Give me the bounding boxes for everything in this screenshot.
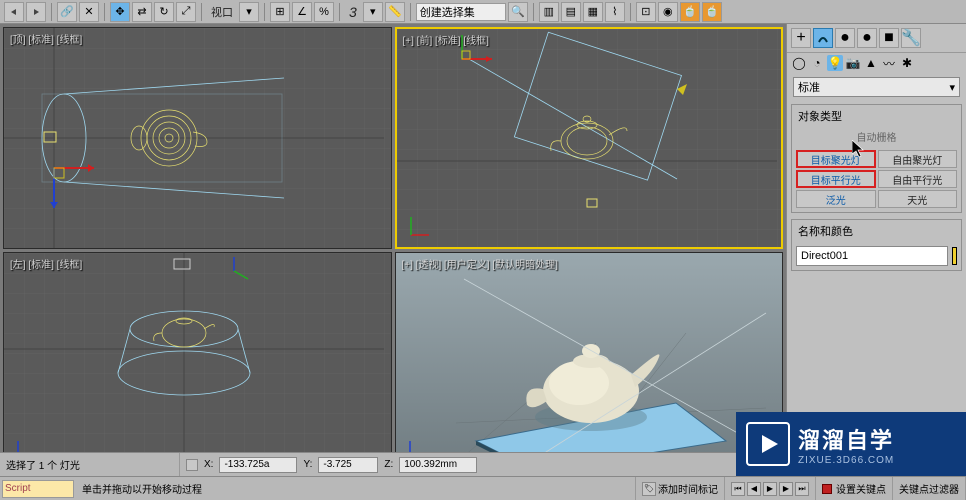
vp-top-label: [顶] [标准] [线框] [10,31,82,46]
target-direct-button[interactable]: 目标平行光 [796,170,876,188]
rotate-button[interactable]: ↻ [154,2,174,22]
scale-button[interactable]: ⤢ [176,2,196,22]
material-button[interactable]: ◉ [658,2,678,22]
create-tab[interactable]: + [791,28,811,48]
selection-status: 选择了 1 个 灯光 [0,453,180,476]
x-coord-input[interactable] [219,457,297,473]
align-button[interactable]: ▤ [561,2,581,22]
persp-scene [396,253,783,473]
grid-left [4,253,391,473]
helpers-icon[interactable]: ▲ [863,55,879,71]
display-tab[interactable]: ■ [879,28,899,48]
omni-button[interactable]: 泛光 [796,190,876,208]
search-icon[interactable]: 🔍 [508,2,528,22]
snap-toggle[interactable]: ⊞ [270,2,290,22]
vp-persp-label: [+] [透视] [用户定义] [默认明暗处理] [402,256,558,271]
status-row-2: Script 单击并拖动以开始移动过程 🏷 添加时间标记 ⏮ ◀ ▶ ▶ ⏭ 设… [0,476,966,500]
time-tag-icon[interactable]: 🏷 [642,482,656,496]
watermark-logo [746,422,790,466]
vp-front-label: [+] [前] [标准] [线框] [403,32,489,47]
curve-editor-button[interactable]: ⌇ [605,2,625,22]
z-coord-input[interactable] [399,457,477,473]
watermark-url: ZIXUE.3D66.COM [798,455,894,466]
x-label: X: [204,459,213,470]
object-name-input[interactable] [796,246,948,266]
viewport-perspective[interactable]: [+] [透视] [用户定义] [默认明暗处理] [395,252,784,474]
mirror-button[interactable]: ▥ [539,2,559,22]
viewport-label: 视口 [207,4,237,20]
select-button[interactable]: ✥ [110,2,130,22]
ruler-icon[interactable]: 📏 [385,2,405,22]
shapes-icon[interactable]: ◔ [809,55,825,71]
free-direct-button[interactable]: 自由平行光 [878,170,958,188]
viewport-dropdown[interactable]: ▾ [239,2,259,22]
motion-tab[interactable]: ● [857,28,877,48]
object-type-rollout: 对象类型 自动栅格 目标聚光灯 自由聚光灯 目标平行光 自由平行光 泛光 天光 [791,104,962,213]
undo-button[interactable] [4,2,24,22]
prompt-hint: 单击并拖动以开始移动过程 [76,477,636,500]
play-prev-button[interactable]: ◀ [747,482,761,496]
play-end-button[interactable]: ⏭ [795,482,809,496]
object-color-swatch[interactable] [952,247,957,265]
selection-set-dropdown[interactable] [416,3,506,21]
cameras-icon[interactable]: 📷 [845,55,861,71]
keyfilter-label[interactable]: 关键点过滤器 [893,477,966,500]
lock-icon[interactable] [186,459,198,471]
watermark-title: 溜溜自学 [798,423,894,455]
render-setup-button[interactable]: 🍵 [680,2,700,22]
spacewarps-icon[interactable]: 〰 [881,55,897,71]
vp-left-label: [左] [标准] [线框] [10,256,82,271]
z-label: Z: [384,459,393,470]
viewport-area: [顶] [标准] [线框] [0,24,786,476]
geometry-icon[interactable]: ◯ [791,55,807,71]
cursor-icon [852,140,866,158]
snap-opts[interactable]: ▾ [363,2,383,22]
dropdown-value: 标准 [798,79,820,95]
light-type-dropdown[interactable]: 标准 ▾ [793,77,960,97]
snap-3[interactable]: 3 [345,4,361,20]
hierarchy-tab[interactable]: ● [835,28,855,48]
play-button[interactable]: ▶ [763,482,777,496]
viewport-left[interactable]: [左] [标准] [线框] [3,252,392,474]
main-toolbar: 🔗 ✕ ✥ ⇄ ↻ ⤢ 视口 ▾ ⊞ ∠ % 3 ▾ 📏 🔍 ▥ ▤ ▦ ⌇ ⊡… [0,0,966,24]
autogrid-label[interactable]: 自动栅格 [792,127,961,146]
name-color-rollout: 名称和颜色 [791,219,962,271]
namecolor-title: 名称和颜色 [792,220,961,242]
command-panel: + ● ● ■ 🔧 ◯ ◔ 💡 📷 ▲ 〰 ✱ 标准 ▾ 对象类型 自动栅格 目… [786,24,966,476]
command-panel-tabs: + ● ● ■ 🔧 [787,24,966,53]
watermark: 溜溜自学 ZIXUE.3D66.COM [736,412,966,476]
viewport-top[interactable]: [顶] [标准] [线框] [3,27,392,249]
move-button[interactable]: ⇄ [132,2,152,22]
unlink-button[interactable]: ✕ [79,2,99,22]
percent-snap[interactable]: % [314,2,334,22]
lights-icon[interactable]: 💡 [827,55,843,71]
chevron-down-icon: ▾ [949,81,955,94]
play-next-button[interactable]: ▶ [779,482,793,496]
objtype-title: 对象类型 [792,105,961,127]
redo-button[interactable] [26,2,46,22]
systems-icon[interactable]: ✱ [899,55,915,71]
render-button[interactable]: 🍵 [702,2,722,22]
create-subcategories: ◯ ◔ 💡 📷 ▲ 〰 ✱ [787,53,966,73]
angle-snap[interactable]: ∠ [292,2,312,22]
utilities-tab[interactable]: 🔧 [901,28,921,48]
addtime-label[interactable]: 添加时间标记 [658,481,718,496]
link-button[interactable]: 🔗 [57,2,77,22]
grid-front [397,29,782,247]
grid-top [4,28,391,248]
modify-tab[interactable] [813,28,833,48]
setkey-label[interactable]: 设置关键点 [836,481,886,496]
skylight-button[interactable]: 天光 [878,190,958,208]
y-coord-input[interactable] [318,457,378,473]
free-spot-button[interactable]: 自由聚光灯 [878,150,958,168]
viewport-front[interactable]: [+] [前] [标准] [线框] [395,27,784,249]
y-label: Y: [303,459,312,470]
maxscript-input[interactable]: Script [2,480,74,498]
play-start-button[interactable]: ⏮ [731,482,745,496]
schematic-button[interactable]: ⊡ [636,2,656,22]
autokey-toggle[interactable] [822,484,832,494]
layers-button[interactable]: ▦ [583,2,603,22]
